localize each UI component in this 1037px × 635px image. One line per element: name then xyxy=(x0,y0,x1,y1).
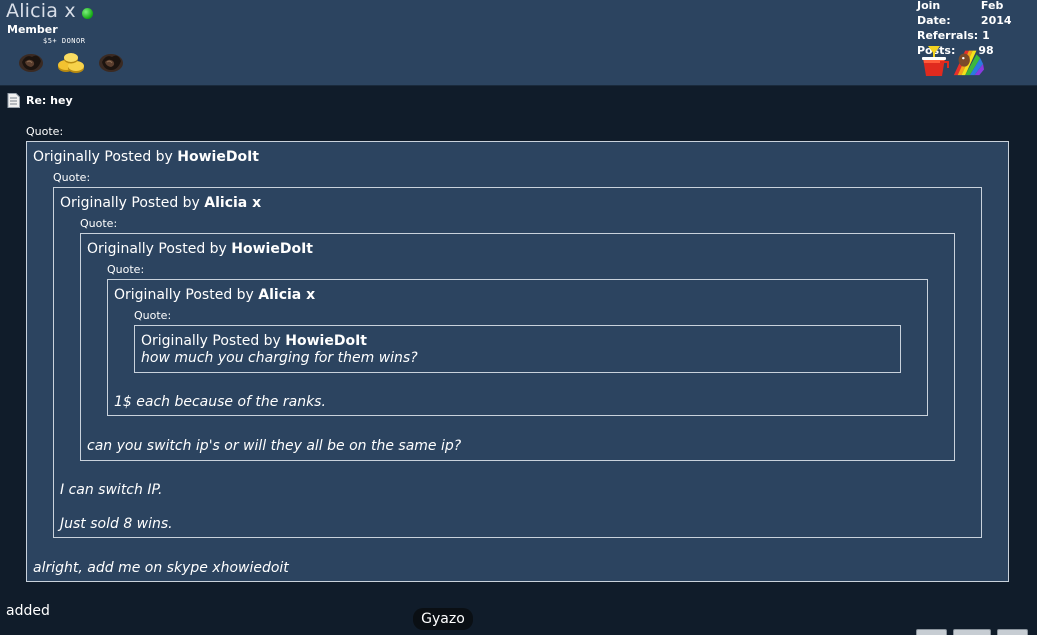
post-action-button[interactable] xyxy=(916,629,947,635)
quote-text-level-3: can you switch ip's or will they all be … xyxy=(87,438,462,454)
quote-label: Quote: xyxy=(107,263,145,276)
user-title: Member xyxy=(7,23,58,36)
post-title: Re: hey xyxy=(7,93,73,108)
quote-label: Quote: xyxy=(26,125,64,138)
username-link[interactable]: Alicia x xyxy=(6,0,76,22)
join-date-value: Feb 2014 xyxy=(980,0,1012,27)
quote-author-link[interactable]: Alicia x xyxy=(258,287,315,303)
online-status-icon xyxy=(82,8,93,19)
quote-attribution: Originally Posted by HowieDoIt xyxy=(33,149,259,165)
quote-attribution: Originally Posted by Alicia x xyxy=(60,195,261,211)
post-document-icon xyxy=(7,93,20,108)
quote-author-link[interactable]: HowieDoIt xyxy=(285,333,367,349)
dark-rose-badge-icon xyxy=(19,54,43,72)
quote-attribution: Originally Posted by HowieDoIt xyxy=(141,333,367,349)
join-date-label: Join Date: xyxy=(917,0,951,27)
quote-author-link[interactable]: Alicia x xyxy=(204,195,261,211)
quote-text-level-4: 1$ each because of the ranks. xyxy=(114,394,326,410)
post-action-button[interactable] xyxy=(953,629,991,635)
quote-author-link[interactable]: HowieDoIt xyxy=(231,241,313,257)
referrals-label: Referrals: xyxy=(917,29,979,42)
gold-coins-badge-icon xyxy=(58,53,84,73)
quote-attribution: Originally Posted by HowieDoIt xyxy=(87,241,313,257)
quote-text-level-5: how much you charging for them wins? xyxy=(141,350,418,366)
donor-tag: $5+ DONOR xyxy=(43,37,86,45)
quote-author-link[interactable]: HowieDoIt xyxy=(177,149,259,165)
post-action-button[interactable] xyxy=(997,629,1028,635)
posted-by-prefix: Originally Posted by xyxy=(114,287,254,303)
post-title-text: Re: hey xyxy=(26,94,73,107)
rainbow-horse-award-icon xyxy=(953,50,984,76)
quote-label: Quote: xyxy=(80,217,118,230)
post-reply-text: added xyxy=(6,603,50,619)
posted-by-prefix: Originally Posted by xyxy=(141,333,281,349)
quote-text-level-2-line-2: Just sold 8 wins. xyxy=(60,516,173,532)
quote-label: Quote: xyxy=(53,171,91,184)
posted-by-prefix: Originally Posted by xyxy=(60,195,200,211)
referrals-value: 1 xyxy=(982,29,990,42)
quote-text-level-2-line-1: I can switch IP. xyxy=(60,482,163,498)
bucket-award-icon xyxy=(922,46,949,76)
posted-by-prefix: Originally Posted by xyxy=(33,149,173,165)
dark-rose-badge-icon xyxy=(99,54,123,72)
profile-header: Alicia x Member $5+ DONOR Join Date: Feb … xyxy=(0,0,1037,86)
gyazo-button[interactable]: Gyazo xyxy=(413,608,473,630)
quote-label: Quote: xyxy=(134,309,172,322)
posted-by-prefix: Originally Posted by xyxy=(87,241,227,257)
quote-text-level-1: alright, add me on skype xhowiedoit xyxy=(33,560,289,576)
quote-attribution: Originally Posted by Alicia x xyxy=(114,287,315,303)
